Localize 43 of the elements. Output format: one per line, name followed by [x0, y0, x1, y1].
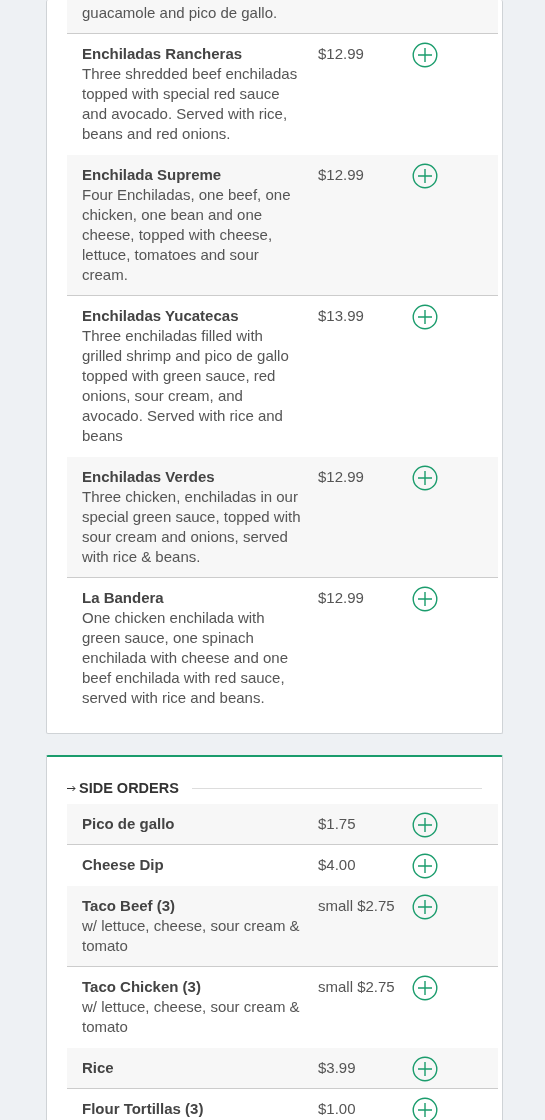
add-icon[interactable]	[412, 853, 438, 879]
item-price: $1.75	[318, 815, 356, 832]
item-price: $13.99	[318, 307, 364, 324]
item-price: small $2.75	[318, 897, 395, 914]
add-icon[interactable]	[412, 1056, 438, 1082]
item-description: Three shredded beef enchiladas topped with special red sauce and avocado. Served with rice, beans and red onions.	[82, 64, 299, 144]
item-name: Enchiladas Verdes	[82, 467, 216, 487]
item-name: Enchilada Supreme	[82, 165, 223, 185]
add-icon[interactable]	[412, 1097, 438, 1120]
arrow-icon	[67, 785, 76, 792]
item-price: $12.99	[318, 45, 364, 62]
item-name: Enchiladas Rancheras	[82, 44, 244, 64]
item-price: $12.99	[318, 589, 364, 606]
section-title: SIDE ORDERS	[79, 779, 179, 797]
item-name: Rice	[82, 1058, 115, 1078]
item-name: Cheese Dip	[82, 855, 165, 875]
item-name: Taco Beef (3)	[82, 896, 177, 916]
item-price: $12.99	[318, 468, 364, 485]
add-icon[interactable]	[412, 894, 438, 920]
add-icon[interactable]	[412, 42, 438, 68]
item-description: Three enchiladas filled with grilled shrimp and pico de gallo topped with green sauce, red onions, sour cream, and avocado. Served with rice and beans	[82, 326, 290, 446]
add-icon[interactable]	[412, 163, 438, 189]
item-description: One chicken enchilada with green sauce, one spinach enchilada with cheese and one beef enchilada with red sauce, served with rice and beans.	[82, 608, 289, 708]
item-price: $4.00	[318, 856, 356, 873]
add-icon[interactable]	[412, 586, 438, 612]
item-description: guacamole and pico de gallo.	[82, 3, 279, 23]
item-name: Flour Tortillas (3)	[82, 1099, 205, 1119]
item-price: $3.99	[318, 1059, 356, 1076]
add-icon[interactable]	[412, 975, 438, 1001]
item-name: Pico de gallo	[82, 814, 176, 834]
item-name: Taco Chicken (3)	[82, 977, 202, 997]
item-description: Four Enchiladas, one beef, one chicken, one bean and one cheese, topped with cheese, lettuce, tomatoes and sour cream.	[82, 185, 292, 285]
add-icon[interactable]	[412, 812, 438, 838]
item-name: La Bandera	[82, 588, 165, 608]
item-description: w/ lettuce, cheese, sour cream & tomato	[82, 916, 301, 956]
item-description: Three chicken, enchiladas in our special green sauce, topped with sour cream and onions, served with rice & beans.	[82, 487, 302, 567]
item-name: Enchiladas Yucatecas	[82, 306, 240, 326]
item-description: w/ lettuce, cheese, sour cream & tomato	[82, 997, 301, 1037]
add-icon[interactable]	[412, 465, 438, 491]
item-price: $1.00	[318, 1100, 356, 1117]
item-price: small $2.75	[318, 978, 395, 995]
add-icon[interactable]	[412, 304, 438, 330]
item-price: $12.99	[318, 166, 364, 183]
